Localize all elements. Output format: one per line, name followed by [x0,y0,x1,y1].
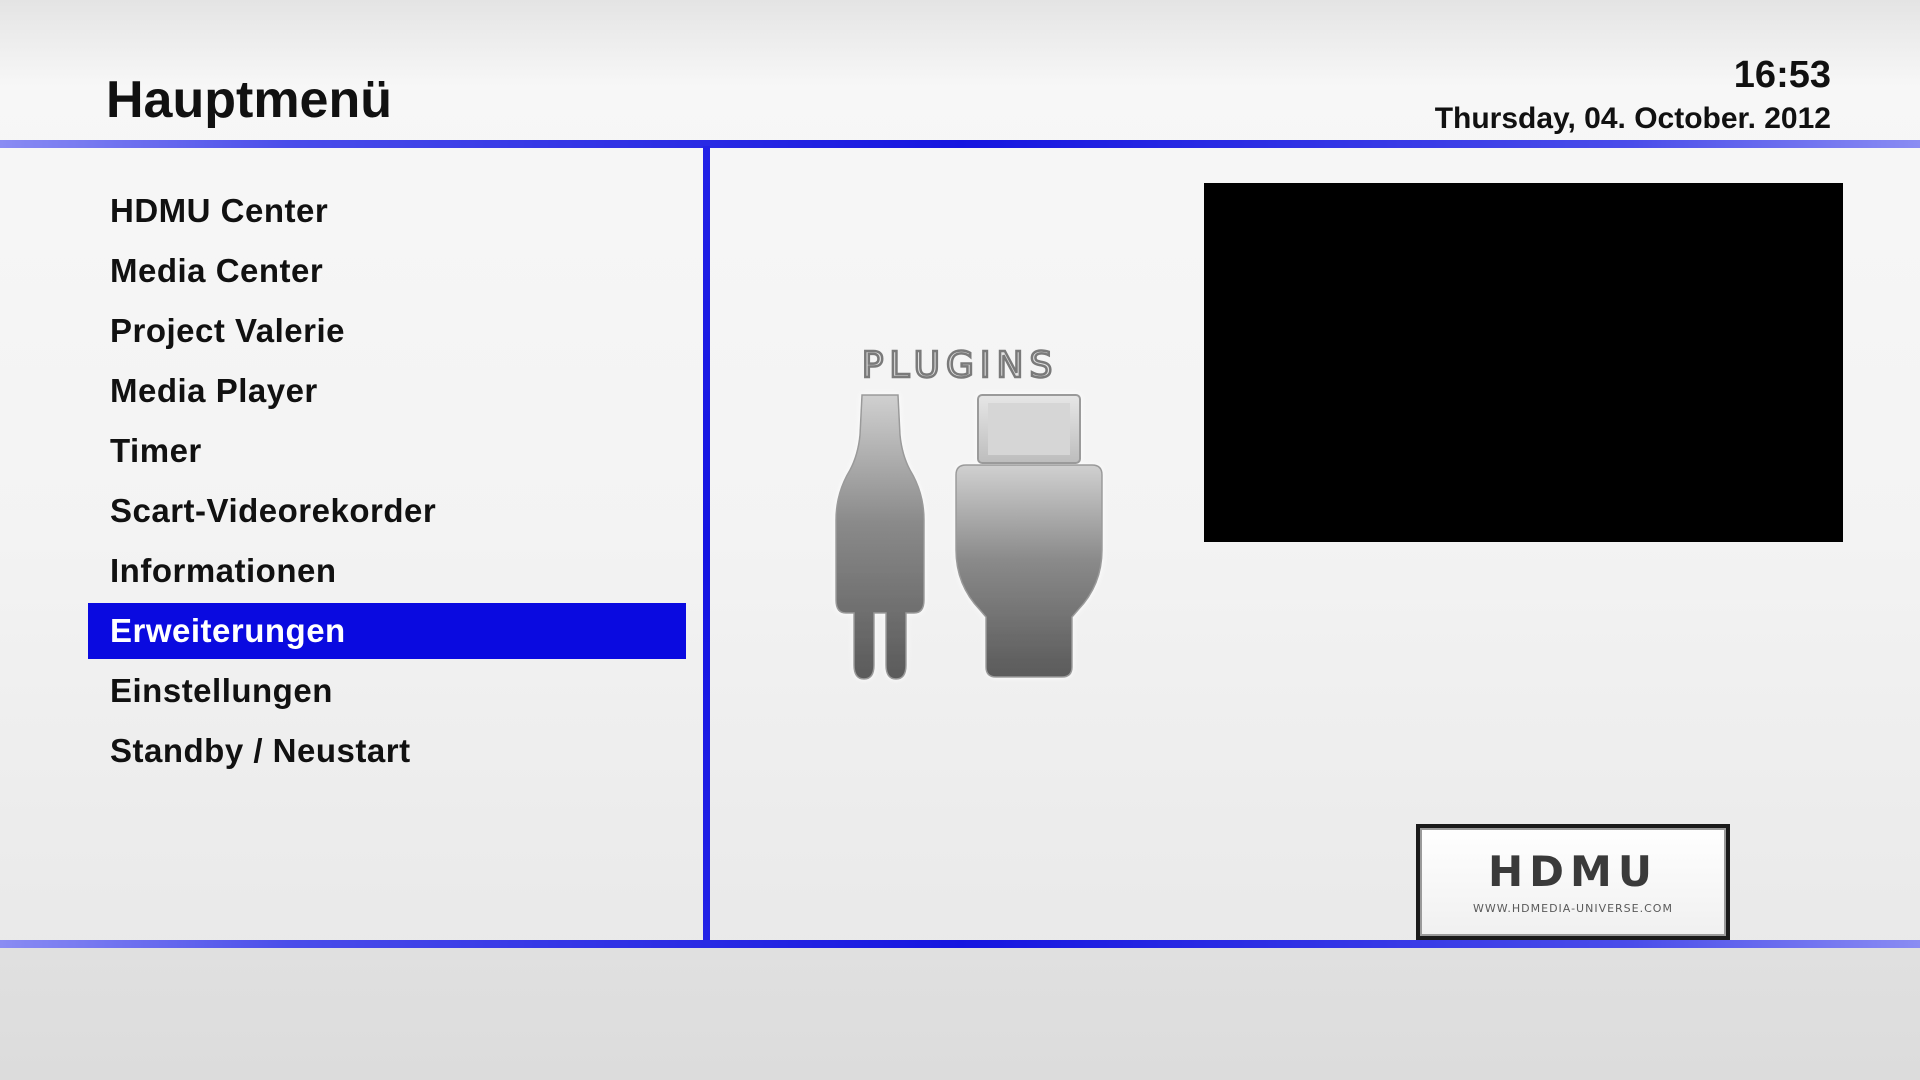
logo-url: WWW.HDMEDIA-UNIVERSE.COM [1473,902,1673,915]
video-preview [1204,183,1843,542]
header: Hauptmenü 16:53 Thursday, 04. October. 2… [0,0,1920,140]
footer [0,948,1920,1080]
menu-item-timer[interactable]: Timer [88,423,686,479]
menu-item-media-player[interactable]: Media Player [88,363,686,419]
plugins-label: PLUGINS [862,345,1059,386]
logo-text: HDMU [1488,847,1658,896]
date: Thursday, 04. October. 2012 [1434,102,1831,135]
menu-item-project-valerie[interactable]: Project Valerie [88,303,686,359]
hdmi-plug-icon [955,394,1103,678]
plugins-icon: PLUGINS [835,345,1103,680]
bottom-divider [0,940,1920,948]
menu-item-hdmu-center[interactable]: HDMU Center [88,183,686,239]
top-divider [0,140,1920,148]
hdmu-logo: HDMU WWW.HDMEDIA-UNIVERSE.COM [1416,824,1730,940]
main-menu: HDMU Center Media Center Project Valerie… [88,183,686,783]
clock: 16:53 [1733,54,1831,96]
vertical-divider [703,146,710,942]
menu-item-scart-videorekorder[interactable]: Scart-Videorekorder [88,483,686,539]
menu-item-einstellungen[interactable]: Einstellungen [88,663,686,719]
power-plug-icon [835,394,925,680]
page-title: Hauptmenü [106,71,392,129]
menu-item-media-center[interactable]: Media Center [88,243,686,299]
menu-item-informationen[interactable]: Informationen [88,543,686,599]
menu-item-standby-neustart[interactable]: Standby / Neustart [88,723,686,779]
menu-item-erweiterungen[interactable]: Erweiterungen [88,603,686,659]
